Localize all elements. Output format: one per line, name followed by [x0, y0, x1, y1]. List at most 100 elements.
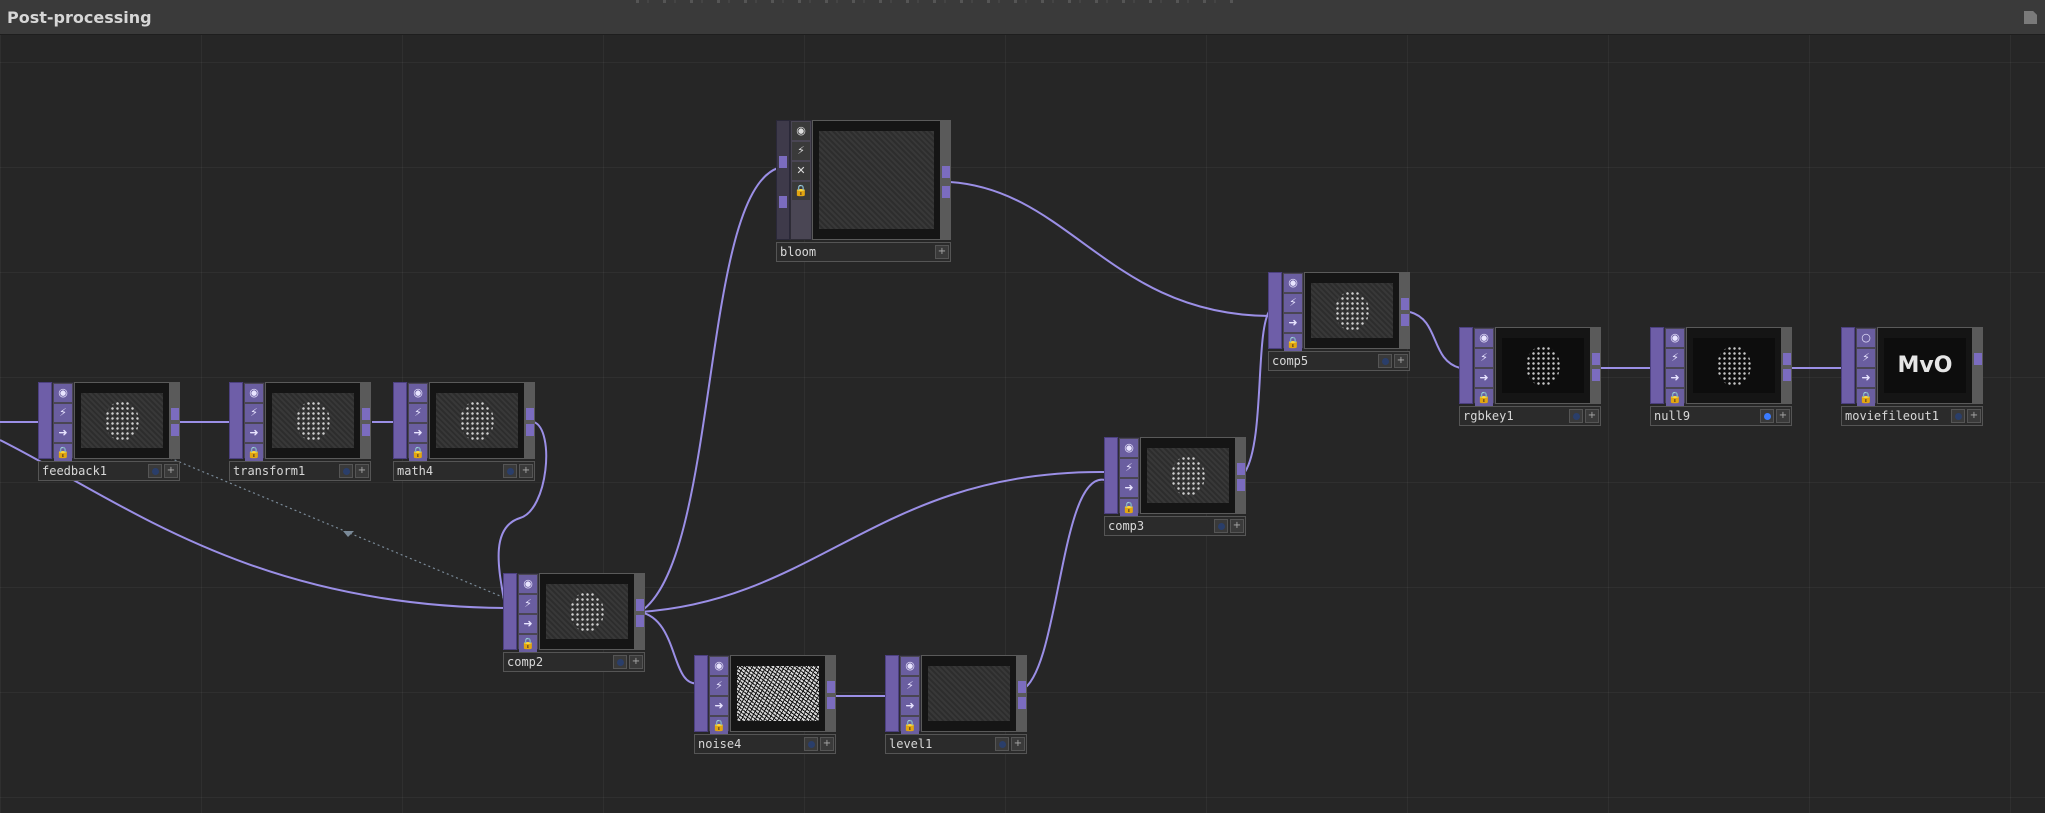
- output-port[interactable]: [171, 408, 179, 420]
- node-name[interactable]: level1: [889, 737, 932, 751]
- node-noise4[interactable]: ◉ ⚡ ➜ 🔒 noise4 +: [694, 655, 836, 754]
- display-icon[interactable]: ➜: [1857, 369, 1875, 387]
- page-corner-icon[interactable]: [2024, 11, 2037, 24]
- node-name[interactable]: noise4: [698, 737, 741, 751]
- display-icon[interactable]: ➜: [54, 424, 72, 442]
- node-input-strip[interactable]: [38, 382, 52, 459]
- output-port[interactable]: [526, 424, 534, 436]
- output-port[interactable]: [1018, 681, 1026, 693]
- bypass-icon[interactable]: ⚡: [245, 404, 263, 422]
- plus-icon[interactable]: +: [820, 737, 834, 751]
- viewer-dot-icon[interactable]: [1951, 409, 1965, 423]
- node-name[interactable]: moviefileout1: [1845, 409, 1939, 423]
- node-name[interactable]: comp3: [1108, 519, 1144, 533]
- bypass-icon[interactable]: ⚡: [1666, 349, 1684, 367]
- node-transform1[interactable]: ◉ ⚡ ➜ 🔒 transform1 +: [229, 382, 371, 481]
- viewer-toggle-icon[interactable]: ◉: [54, 384, 72, 402]
- lock-icon[interactable]: 🔒: [1120, 499, 1138, 517]
- lock-icon[interactable]: 🔒: [901, 717, 919, 735]
- bypass-icon[interactable]: ⚡: [1475, 349, 1493, 367]
- node-rgbkey1[interactable]: ◉ ⚡ ➜ 🔒 rgbkey1 +: [1459, 327, 1601, 426]
- display-icon[interactable]: ➜: [519, 615, 537, 633]
- node-input-strip[interactable]: [1268, 272, 1282, 349]
- bypass-icon[interactable]: ⚡: [409, 404, 427, 422]
- output-port[interactable]: [1237, 463, 1245, 475]
- output-port[interactable]: [171, 424, 179, 436]
- node-input-strip[interactable]: [694, 655, 708, 732]
- viewer-dot-icon[interactable]: [995, 737, 1009, 751]
- node-null9[interactable]: ◉ ⚡ ➜ 🔒 null9 +: [1650, 327, 1792, 426]
- plus-icon[interactable]: +: [629, 655, 643, 669]
- plus-icon[interactable]: +: [1776, 409, 1790, 423]
- node-level1[interactable]: ◉ ⚡ ➜ 🔒 level1 +: [885, 655, 1027, 754]
- display-icon[interactable]: ➜: [1120, 479, 1138, 497]
- display-icon[interactable]: ➜: [901, 697, 919, 715]
- viewer-dot-icon[interactable]: [1214, 519, 1228, 533]
- output-port[interactable]: [636, 599, 644, 611]
- node-feedback1[interactable]: ◉ ⚡ ➜ 🔒 feedback1 +: [38, 382, 180, 481]
- bypass-icon[interactable]: ⚡: [54, 404, 72, 422]
- node-comp5[interactable]: ◉ ⚡ ➜ 🔒 comp5 +: [1268, 272, 1410, 371]
- viewer-dot-icon[interactable]: [339, 464, 353, 478]
- node-name[interactable]: null9: [1654, 409, 1690, 423]
- output-port[interactable]: [827, 681, 835, 693]
- output-port[interactable]: [1018, 697, 1026, 709]
- node-name[interactable]: bloom: [780, 245, 816, 259]
- node-input-strip[interactable]: [1459, 327, 1473, 404]
- viewer-toggle-icon[interactable]: ◉: [245, 384, 263, 402]
- viewer-dot-icon[interactable]: [1569, 409, 1583, 423]
- node-input-strip[interactable]: [1650, 327, 1664, 404]
- lock-icon[interactable]: 🔒: [409, 444, 427, 462]
- input-port[interactable]: [779, 196, 787, 208]
- node-moviefileout1[interactable]: ○ ⚡ ➜ 🔒 MvO moviefileout1 +: [1841, 327, 1983, 426]
- node-comp2[interactable]: ◉ ⚡ ➜ 🔒 comp2 +: [503, 573, 645, 672]
- plus-icon[interactable]: +: [355, 464, 369, 478]
- lock-icon[interactable]: 🔒: [519, 635, 537, 653]
- lock-icon[interactable]: 🔒: [1475, 389, 1493, 407]
- display-icon[interactable]: ➜: [409, 424, 427, 442]
- viewer-dot-icon[interactable]: [148, 464, 162, 478]
- lock-icon[interactable]: 🔒: [54, 444, 72, 462]
- lock-icon[interactable]: 🔒: [1284, 334, 1302, 352]
- node-comp3[interactable]: ◉ ⚡ ➜ 🔒 comp3 +: [1104, 437, 1246, 536]
- output-port[interactable]: [362, 408, 370, 420]
- viewer-toggle-icon[interactable]: ◉: [1120, 439, 1138, 457]
- output-port[interactable]: [1592, 369, 1600, 381]
- viewer-toggle-icon[interactable]: ◉: [901, 657, 919, 675]
- viewer-toggle-icon[interactable]: ◉: [710, 657, 728, 675]
- plus-icon[interactable]: +: [519, 464, 533, 478]
- plus-icon[interactable]: +: [1585, 409, 1599, 423]
- bypass-icon[interactable]: ⚡: [1120, 459, 1138, 477]
- node-input-strip[interactable]: [503, 573, 517, 650]
- viewer-toggle-icon[interactable]: ◉: [409, 384, 427, 402]
- node-input-strip[interactable]: [229, 382, 243, 459]
- lock-icon[interactable]: 🔒: [1857, 389, 1875, 407]
- node-math4[interactable]: ◉ ⚡ ➜ 🔒 math4 +: [393, 382, 535, 481]
- bypass-icon[interactable]: ⚡: [901, 677, 919, 695]
- plus-icon[interactable]: +: [1011, 737, 1025, 751]
- viewer-toggle-icon[interactable]: ◉: [519, 575, 537, 593]
- node-name[interactable]: feedback1: [42, 464, 107, 478]
- node-input-strip[interactable]: [885, 655, 899, 732]
- display-icon[interactable]: ➜: [1475, 369, 1493, 387]
- close-icon[interactable]: ✕: [792, 162, 810, 180]
- viewer-dot-icon[interactable]: [1760, 409, 1774, 423]
- viewer-dot-icon[interactable]: [804, 737, 818, 751]
- display-icon[interactable]: ➜: [1666, 369, 1684, 387]
- bypass-icon[interactable]: ⚡: [519, 595, 537, 613]
- output-port[interactable]: [1401, 314, 1409, 326]
- record-icon[interactable]: ○: [1857, 329, 1875, 347]
- output-port[interactable]: [636, 615, 644, 627]
- output-port[interactable]: [942, 166, 950, 178]
- plus-icon[interactable]: +: [935, 245, 949, 259]
- output-port[interactable]: [1783, 353, 1791, 365]
- lock-icon[interactable]: 🔒: [710, 717, 728, 735]
- output-port[interactable]: [526, 408, 534, 420]
- bypass-icon[interactable]: ⚡: [1284, 294, 1302, 312]
- output-port[interactable]: [942, 186, 950, 198]
- display-icon[interactable]: ➜: [245, 424, 263, 442]
- plus-icon[interactable]: +: [164, 464, 178, 478]
- bypass-icon[interactable]: ⚡: [710, 677, 728, 695]
- output-port[interactable]: [1974, 353, 1982, 365]
- plus-icon[interactable]: +: [1394, 354, 1408, 368]
